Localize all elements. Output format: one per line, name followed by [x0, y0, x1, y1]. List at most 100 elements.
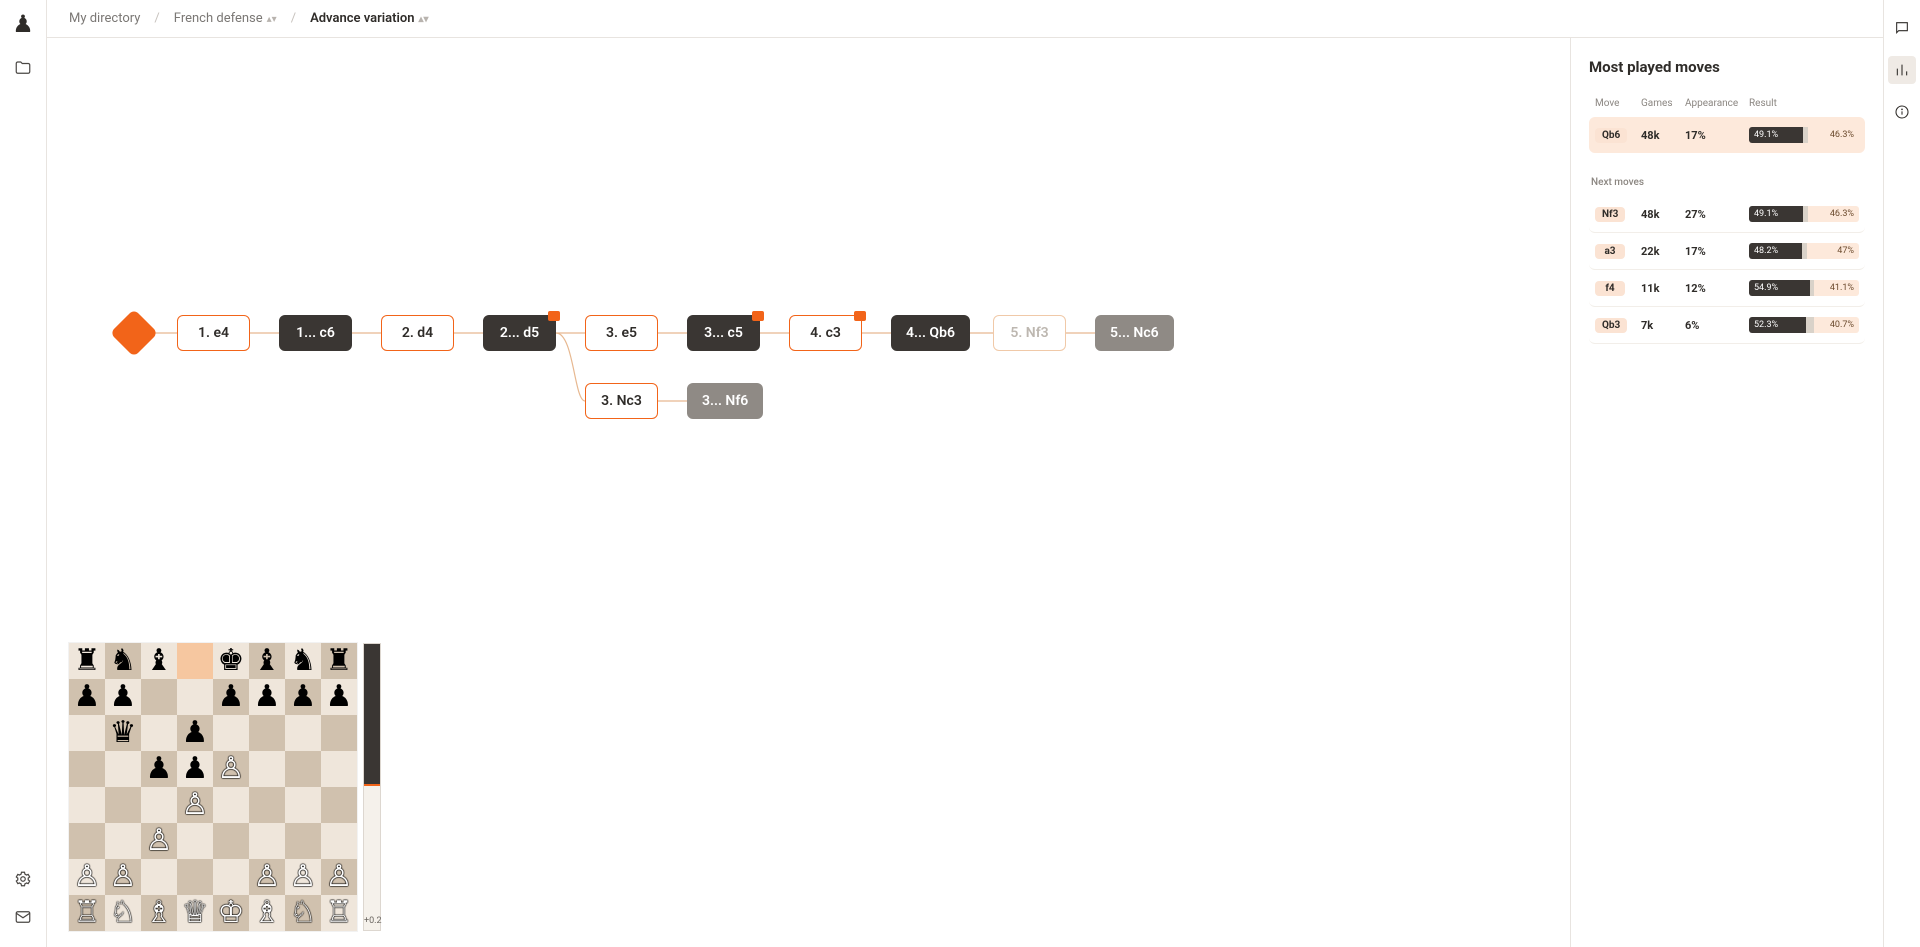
- board-square[interactable]: [213, 787, 249, 823]
- move-stat-row[interactable]: Nf348k27%49.1%46.3%: [1589, 196, 1865, 233]
- board-square[interactable]: [213, 859, 249, 895]
- move-node-b2[interactable]: 3... Nf6: [687, 383, 763, 419]
- board-square[interactable]: ♟: [177, 715, 213, 751]
- board-square[interactable]: [177, 643, 213, 679]
- board-square[interactable]: [105, 787, 141, 823]
- board-square[interactable]: [249, 715, 285, 751]
- board-square[interactable]: ♞: [285, 643, 321, 679]
- move-node-m7[interactable]: 4. c3: [789, 315, 862, 351]
- board-square[interactable]: ♕: [177, 895, 213, 931]
- board-square[interactable]: [249, 823, 285, 859]
- chevron-updown-icon[interactable]: ▴▾: [419, 17, 429, 22]
- folder-icon[interactable]: [11, 56, 35, 80]
- board-square[interactable]: ♟: [69, 679, 105, 715]
- board-square[interactable]: ♘: [285, 895, 321, 931]
- board-square[interactable]: ♛: [105, 715, 141, 751]
- info-icon[interactable]: [1888, 98, 1916, 126]
- board-square[interactable]: [213, 715, 249, 751]
- board-square[interactable]: ♔: [213, 895, 249, 931]
- board-square[interactable]: [321, 751, 357, 787]
- board-square[interactable]: [285, 823, 321, 859]
- board-square[interactable]: ♟: [213, 679, 249, 715]
- right-rail: [1883, 0, 1920, 947]
- move-node-m5[interactable]: 3. e5: [585, 315, 658, 351]
- board-square[interactable]: ♙: [213, 751, 249, 787]
- move-node-m9[interactable]: 5. Nf3: [993, 315, 1066, 351]
- board-square[interactable]: ♝: [141, 643, 177, 679]
- app-logo[interactable]: ♟: [12, 10, 34, 38]
- board-square[interactable]: [69, 823, 105, 859]
- mail-icon[interactable]: [11, 905, 35, 929]
- board-square[interactable]: [69, 715, 105, 751]
- board-square[interactable]: ♗: [141, 895, 177, 931]
- move-stat-row[interactable]: f411k12%54.9%41.1%: [1589, 270, 1865, 307]
- board-square[interactable]: ♜: [69, 643, 105, 679]
- board-square[interactable]: [213, 823, 249, 859]
- board-square[interactable]: ♖: [69, 895, 105, 931]
- board-square[interactable]: ♟: [105, 679, 141, 715]
- board-square[interactable]: [69, 787, 105, 823]
- board-square[interactable]: ♟: [141, 751, 177, 787]
- board-square[interactable]: ♙: [249, 859, 285, 895]
- comments-icon[interactable]: [1888, 14, 1916, 42]
- board-square[interactable]: ♙: [105, 859, 141, 895]
- breadcrumb-parent[interactable]: French defense▴▾: [174, 11, 277, 26]
- board-square[interactable]: [249, 787, 285, 823]
- board-square[interactable]: [105, 751, 141, 787]
- board-square[interactable]: ♟: [177, 751, 213, 787]
- breadcrumb-current[interactable]: Advance variation▴▾: [310, 11, 429, 26]
- board-square[interactable]: [177, 823, 213, 859]
- board-square[interactable]: [285, 751, 321, 787]
- board-square[interactable]: [177, 679, 213, 715]
- move-node-m2[interactable]: 1... c6: [279, 315, 352, 351]
- piece: ♟: [182, 754, 209, 784]
- board-square[interactable]: [141, 787, 177, 823]
- board-square[interactable]: [321, 715, 357, 751]
- settings-icon[interactable]: [11, 867, 35, 891]
- board-square[interactable]: ♟: [249, 679, 285, 715]
- board-square[interactable]: ♞: [105, 643, 141, 679]
- board-square[interactable]: ♙: [285, 859, 321, 895]
- board-square[interactable]: ♙: [321, 859, 357, 895]
- stats-icon[interactable]: [1888, 56, 1916, 84]
- piece: ♖: [326, 898, 353, 928]
- board-square[interactable]: [141, 679, 177, 715]
- board-square[interactable]: [177, 859, 213, 895]
- board-square[interactable]: ♖: [321, 895, 357, 931]
- move-stat-row[interactable]: Qb37k6%52.3%40.7%: [1589, 307, 1865, 344]
- board-square[interactable]: [285, 715, 321, 751]
- move-node-b1[interactable]: 3. Nc3: [585, 383, 658, 419]
- board-square[interactable]: ♘: [105, 895, 141, 931]
- breadcrumb-root[interactable]: My directory: [69, 11, 140, 26]
- board-square[interactable]: [321, 823, 357, 859]
- move-node-m1[interactable]: 1. e4: [177, 315, 250, 351]
- board-square[interactable]: ♝: [249, 643, 285, 679]
- board-square[interactable]: ♙: [141, 823, 177, 859]
- chess-board[interactable]: ♜♞♝♚♝♞♜♟♟♟♟♟♟♛♟♟♟♙♙♙♙♙♙♙♙♖♘♗♕♔♗♘♖: [69, 643, 357, 931]
- tree-canvas[interactable]: ♜♞♝♚♝♞♜♟♟♟♟♟♟♛♟♟♟♙♙♙♙♙♙♙♙♖♘♗♕♔♗♘♖ +0.2 1…: [47, 38, 1570, 947]
- board-square[interactable]: ♚: [213, 643, 249, 679]
- board-square[interactable]: [249, 751, 285, 787]
- board-square[interactable]: ♟: [321, 679, 357, 715]
- board-square[interactable]: [141, 859, 177, 895]
- board-square[interactable]: ♜: [321, 643, 357, 679]
- result-bar: 49.1%46.3%: [1749, 127, 1859, 143]
- board-square[interactable]: [69, 751, 105, 787]
- board-square[interactable]: ♗: [249, 895, 285, 931]
- board-square[interactable]: ♙: [177, 787, 213, 823]
- board-square[interactable]: [285, 787, 321, 823]
- start-position-node[interactable]: [110, 309, 158, 357]
- move-node-m3[interactable]: 2. d4: [381, 315, 454, 351]
- board-square[interactable]: [321, 787, 357, 823]
- move-stat-row[interactable]: a322k17%48.2%47%: [1589, 233, 1865, 270]
- board-square[interactable]: ♟: [285, 679, 321, 715]
- move-node-m4[interactable]: 2... d5: [483, 315, 556, 351]
- chevron-updown-icon[interactable]: ▴▾: [267, 17, 277, 22]
- move-node-m8[interactable]: 4... Qb6: [891, 315, 970, 351]
- move-stat-row[interactable]: Qb648k17%49.1%46.3%: [1589, 117, 1865, 153]
- board-square[interactable]: [105, 823, 141, 859]
- board-square[interactable]: ♙: [69, 859, 105, 895]
- move-node-m6[interactable]: 3... c5: [687, 315, 760, 351]
- board-square[interactable]: [141, 715, 177, 751]
- move-node-m10[interactable]: 5... Nc6: [1095, 315, 1174, 351]
